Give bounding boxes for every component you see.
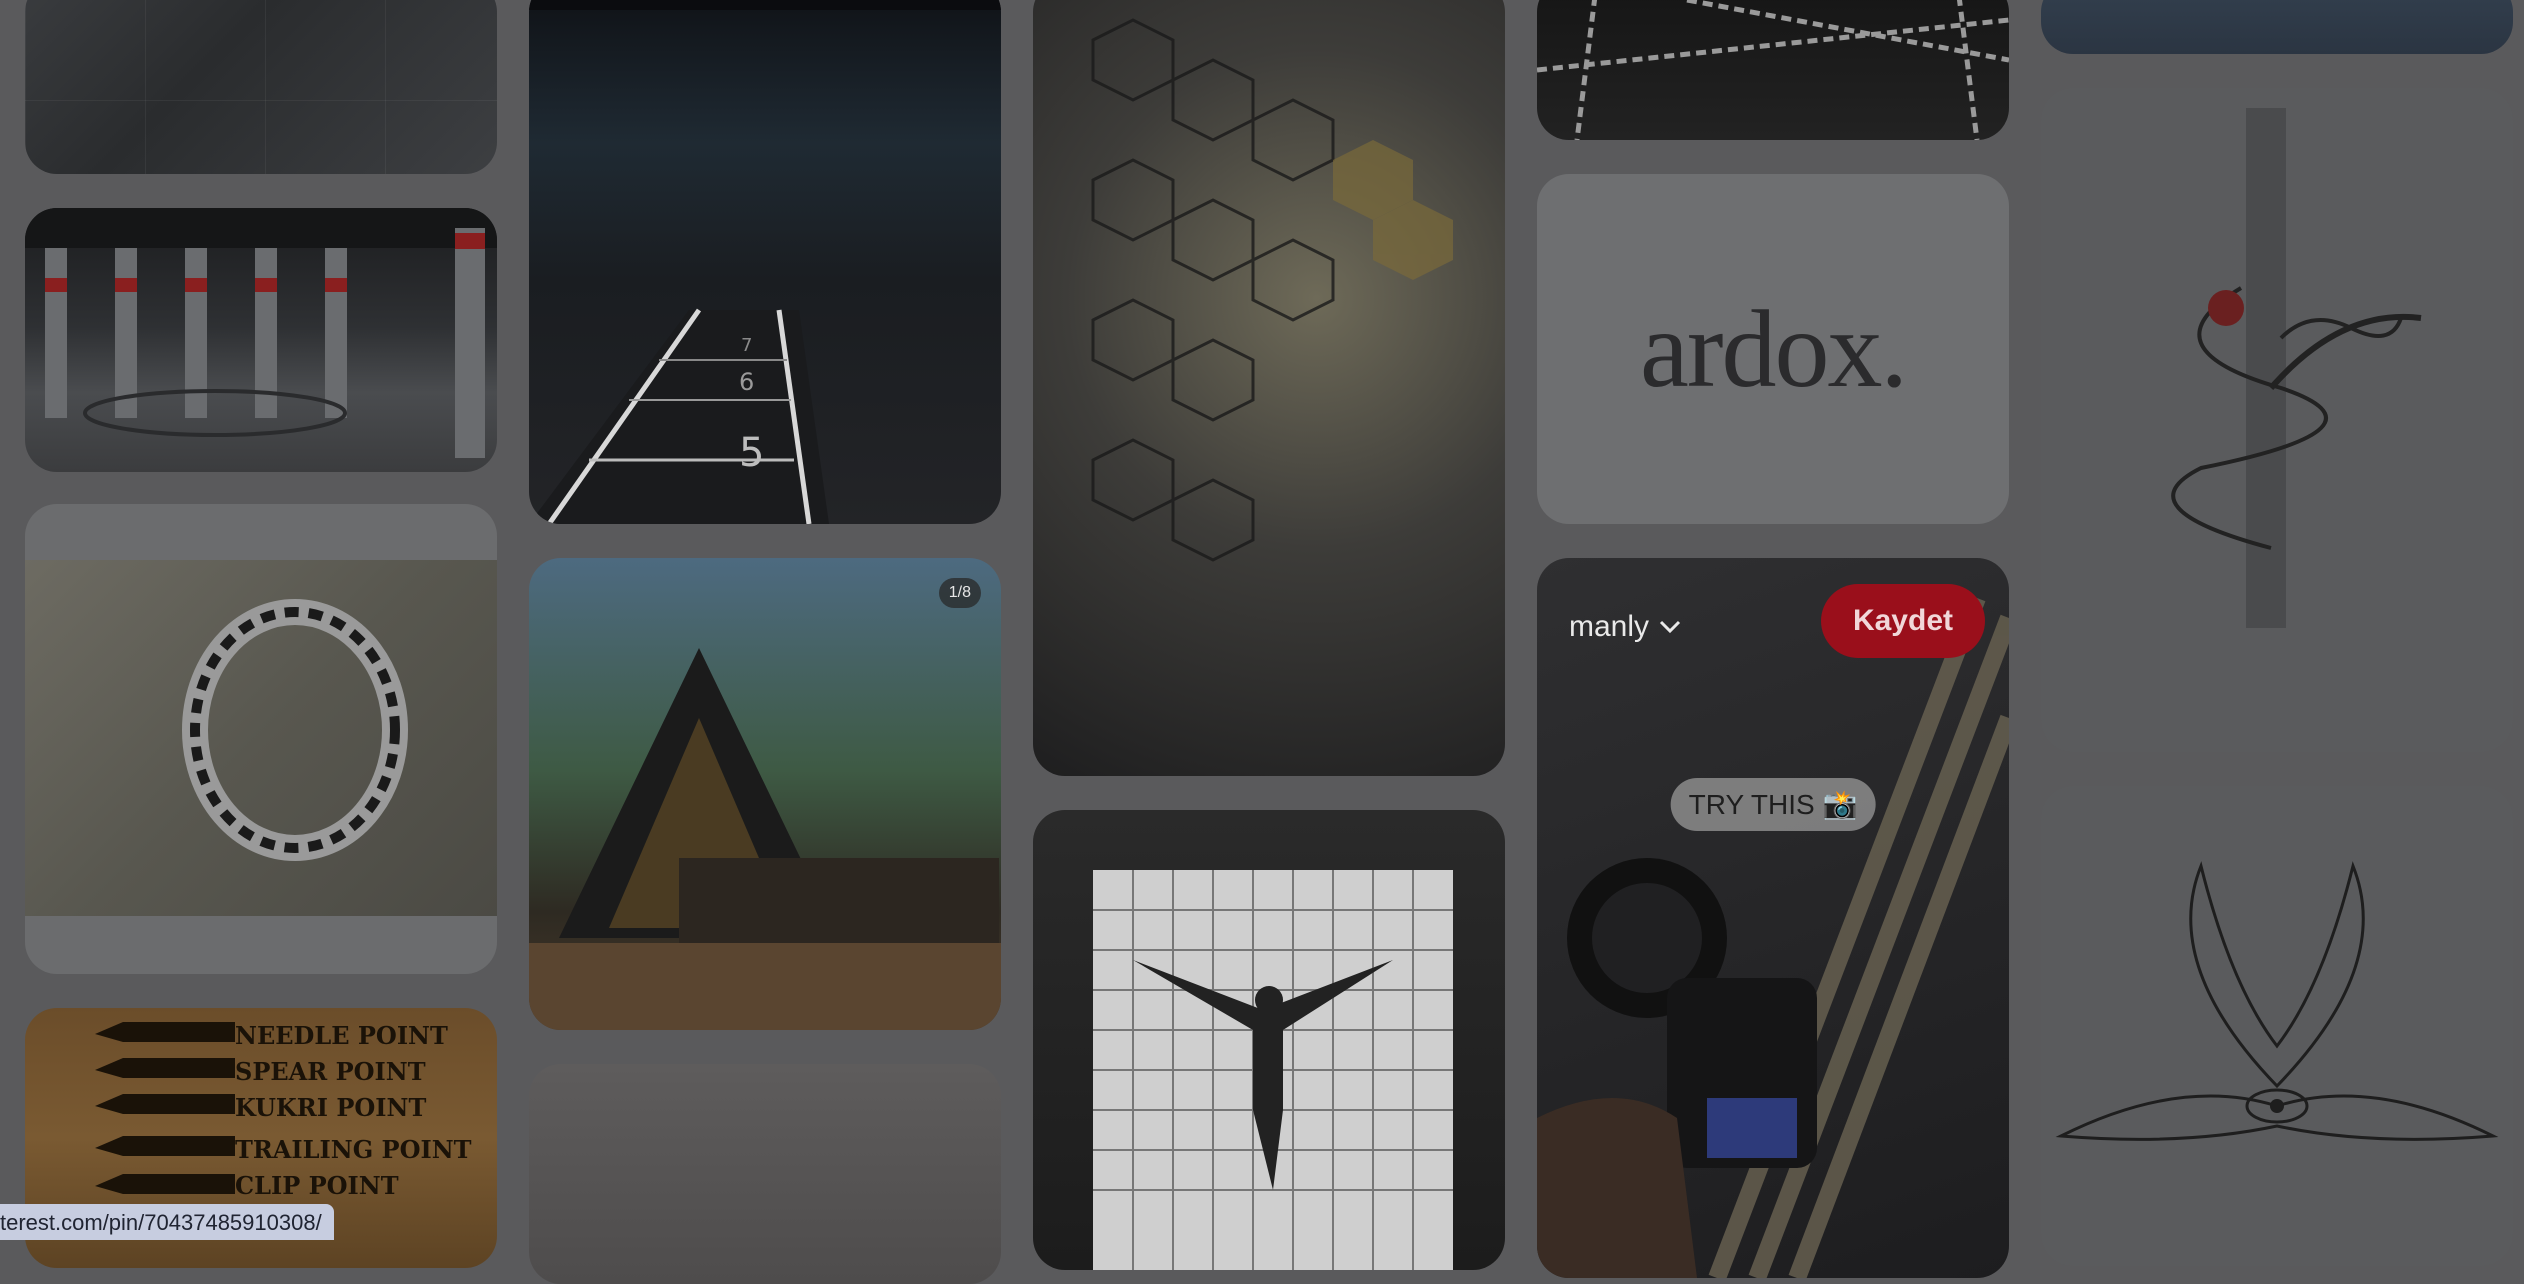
lane-number: 6 xyxy=(739,368,755,396)
pin-chains[interactable] xyxy=(1537,0,2009,140)
lane-number: 7 xyxy=(741,335,753,356)
pin-gym-interior[interactable] xyxy=(25,208,497,472)
pin-ring[interactable] xyxy=(25,504,497,974)
chain-illustration xyxy=(1537,0,2009,140)
pin-denim[interactable] xyxy=(2041,0,2513,54)
pin-gym-turf[interactable]: 5 6 7 xyxy=(529,0,1001,524)
blade-shape xyxy=(95,1022,235,1042)
chevron-down-icon xyxy=(1659,620,1681,634)
logo-wordmark: ardox. xyxy=(1640,287,1908,410)
framed-figure-illustration xyxy=(1093,870,1453,1270)
tattoo-illustration xyxy=(2171,108,2422,628)
pin-framed-figure[interactable] xyxy=(1033,810,1505,1270)
lane-number: 5 xyxy=(739,430,765,476)
blade-shape xyxy=(95,1174,235,1194)
gym-illustration xyxy=(25,208,497,458)
ring-photo xyxy=(25,560,497,916)
blade-shape xyxy=(95,1058,235,1078)
blade-shape xyxy=(95,1136,235,1156)
pin-winged-eye[interactable] xyxy=(2041,786,2513,1266)
knife-point-list: NEEDLE POINT SPEAR POINT KUKRI POINT TRA… xyxy=(235,1018,472,1204)
pin-floor-tiles[interactable] xyxy=(25,0,497,174)
gym-turf-illustration xyxy=(529,0,1001,524)
knife-point-label: KUKRI POINT xyxy=(235,1093,427,1122)
blade-shape xyxy=(95,1094,235,1114)
knife-point-label: SPEAR POINT xyxy=(235,1057,426,1086)
pin-ardox-logo[interactable]: ardox. xyxy=(1537,174,2009,524)
image-count-badge: 1/8 xyxy=(938,578,981,608)
knife-point-label: NEEDLE POINT xyxy=(235,1021,448,1050)
status-bar-url: terest.com/pin/70437485910308/ xyxy=(0,1204,334,1240)
floor-tile-pattern xyxy=(25,0,497,174)
pin-room[interactable] xyxy=(529,1064,1001,1284)
ring-illustration xyxy=(182,599,408,861)
save-button[interactable]: Kaydet xyxy=(1820,584,1985,658)
knife-point-label: TRAILING POINT xyxy=(235,1135,472,1164)
pin-tattoo-design[interactable] xyxy=(2041,88,2513,752)
board-selector[interactable]: manly xyxy=(1569,610,1681,644)
pin-hexagon-mirror[interactable] xyxy=(1033,0,1505,776)
knife-point-label: CLIP POINT xyxy=(235,1171,399,1200)
winged-eye-illustration xyxy=(2055,861,2499,1141)
board-name: manly xyxy=(1569,610,1650,643)
hexagon-illustration xyxy=(1091,18,1453,562)
camera-illustration xyxy=(1537,594,2009,1278)
pin-camera-try-this[interactable]: manly Kaydet TRY THIS 📸 xyxy=(1537,558,2009,1278)
pin-a-frame-house[interactable]: 1/8 xyxy=(529,558,1001,1030)
try-this-badge: TRY THIS 📸 xyxy=(1670,778,1876,831)
house-illustration xyxy=(529,648,1001,1030)
